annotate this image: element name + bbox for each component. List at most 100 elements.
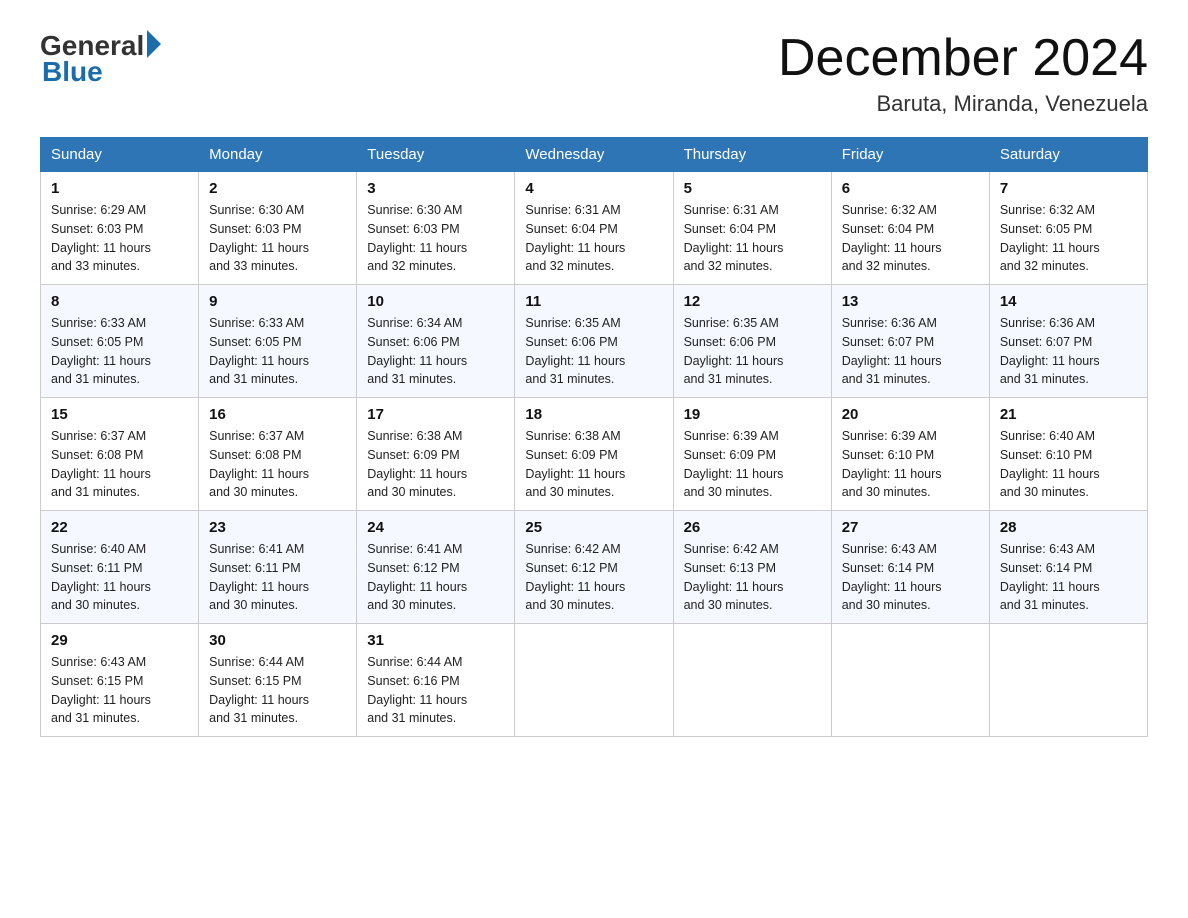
- page-header: General Blue December 2024 Baruta, Miran…: [40, 30, 1148, 117]
- header-cell-monday: Monday: [199, 138, 357, 172]
- calendar-cell: 26 Sunrise: 6:42 AMSunset: 6:13 PMDaylig…: [673, 511, 831, 624]
- day-number: 5: [684, 180, 821, 197]
- calendar-cell: 24 Sunrise: 6:41 AMSunset: 6:12 PMDaylig…: [357, 511, 515, 624]
- day-info: Sunrise: 6:33 AMSunset: 6:05 PMDaylight:…: [209, 316, 309, 386]
- header-cell-friday: Friday: [831, 138, 989, 172]
- calendar-cell: 29 Sunrise: 6:43 AMSunset: 6:15 PMDaylig…: [41, 624, 199, 737]
- header-row: SundayMondayTuesdayWednesdayThursdayFrid…: [41, 138, 1148, 172]
- calendar-cell: 3 Sunrise: 6:30 AMSunset: 6:03 PMDayligh…: [357, 172, 515, 285]
- calendar-cell: 7 Sunrise: 6:32 AMSunset: 6:05 PMDayligh…: [989, 172, 1147, 285]
- day-info: Sunrise: 6:31 AMSunset: 6:04 PMDaylight:…: [684, 203, 784, 273]
- calendar-table: SundayMondayTuesdayWednesdayThursdayFrid…: [40, 137, 1148, 737]
- day-info: Sunrise: 6:33 AMSunset: 6:05 PMDaylight:…: [51, 316, 151, 386]
- day-info: Sunrise: 6:42 AMSunset: 6:13 PMDaylight:…: [684, 542, 784, 612]
- calendar-cell: 10 Sunrise: 6:34 AMSunset: 6:06 PMDaylig…: [357, 285, 515, 398]
- day-number: 3: [367, 180, 504, 197]
- day-info: Sunrise: 6:36 AMSunset: 6:07 PMDaylight:…: [1000, 316, 1100, 386]
- calendar-cell: 12 Sunrise: 6:35 AMSunset: 6:06 PMDaylig…: [673, 285, 831, 398]
- header-cell-thursday: Thursday: [673, 138, 831, 172]
- day-info: Sunrise: 6:40 AMSunset: 6:10 PMDaylight:…: [1000, 429, 1100, 499]
- day-number: 28: [1000, 519, 1137, 536]
- day-number: 9: [209, 293, 346, 310]
- day-number: 16: [209, 406, 346, 423]
- day-info: Sunrise: 6:32 AMSunset: 6:04 PMDaylight:…: [842, 203, 942, 273]
- calendar-cell: 9 Sunrise: 6:33 AMSunset: 6:05 PMDayligh…: [199, 285, 357, 398]
- day-info: Sunrise: 6:35 AMSunset: 6:06 PMDaylight:…: [684, 316, 784, 386]
- day-info: Sunrise: 6:41 AMSunset: 6:11 PMDaylight:…: [209, 542, 309, 612]
- day-info: Sunrise: 6:44 AMSunset: 6:15 PMDaylight:…: [209, 655, 309, 725]
- day-number: 22: [51, 519, 188, 536]
- day-number: 15: [51, 406, 188, 423]
- calendar-cell: 15 Sunrise: 6:37 AMSunset: 6:08 PMDaylig…: [41, 398, 199, 511]
- title-block: December 2024 Baruta, Miranda, Venezuela: [778, 30, 1148, 117]
- day-info: Sunrise: 6:43 AMSunset: 6:14 PMDaylight:…: [1000, 542, 1100, 612]
- calendar-cell: 21 Sunrise: 6:40 AMSunset: 6:10 PMDaylig…: [989, 398, 1147, 511]
- day-info: Sunrise: 6:32 AMSunset: 6:05 PMDaylight:…: [1000, 203, 1100, 273]
- day-number: 19: [684, 406, 821, 423]
- day-number: 26: [684, 519, 821, 536]
- day-info: Sunrise: 6:42 AMSunset: 6:12 PMDaylight:…: [525, 542, 625, 612]
- day-info: Sunrise: 6:41 AMSunset: 6:12 PMDaylight:…: [367, 542, 467, 612]
- day-info: Sunrise: 6:44 AMSunset: 6:16 PMDaylight:…: [367, 655, 467, 725]
- day-info: Sunrise: 6:39 AMSunset: 6:10 PMDaylight:…: [842, 429, 942, 499]
- day-info: Sunrise: 6:43 AMSunset: 6:14 PMDaylight:…: [842, 542, 942, 612]
- day-number: 30: [209, 632, 346, 649]
- day-info: Sunrise: 6:43 AMSunset: 6:15 PMDaylight:…: [51, 655, 151, 725]
- day-number: 18: [525, 406, 662, 423]
- calendar-cell: 16 Sunrise: 6:37 AMSunset: 6:08 PMDaylig…: [199, 398, 357, 511]
- day-number: 21: [1000, 406, 1137, 423]
- calendar-cell: [673, 624, 831, 737]
- calendar-cell: 6 Sunrise: 6:32 AMSunset: 6:04 PMDayligh…: [831, 172, 989, 285]
- day-info: Sunrise: 6:37 AMSunset: 6:08 PMDaylight:…: [51, 429, 151, 499]
- calendar-cell: 5 Sunrise: 6:31 AMSunset: 6:04 PMDayligh…: [673, 172, 831, 285]
- calendar-week-row: 29 Sunrise: 6:43 AMSunset: 6:15 PMDaylig…: [41, 624, 1148, 737]
- calendar-cell: 22 Sunrise: 6:40 AMSunset: 6:11 PMDaylig…: [41, 511, 199, 624]
- day-info: Sunrise: 6:37 AMSunset: 6:08 PMDaylight:…: [209, 429, 309, 499]
- calendar-header: SundayMondayTuesdayWednesdayThursdayFrid…: [41, 138, 1148, 172]
- logo-blue-text: Blue: [42, 56, 103, 88]
- day-number: 10: [367, 293, 504, 310]
- day-number: 6: [842, 180, 979, 197]
- day-info: Sunrise: 6:39 AMSunset: 6:09 PMDaylight:…: [684, 429, 784, 499]
- header-cell-sunday: Sunday: [41, 138, 199, 172]
- calendar-cell: 30 Sunrise: 6:44 AMSunset: 6:15 PMDaylig…: [199, 624, 357, 737]
- calendar-week-row: 8 Sunrise: 6:33 AMSunset: 6:05 PMDayligh…: [41, 285, 1148, 398]
- day-info: Sunrise: 6:40 AMSunset: 6:11 PMDaylight:…: [51, 542, 151, 612]
- day-number: 25: [525, 519, 662, 536]
- calendar-body: 1 Sunrise: 6:29 AMSunset: 6:03 PMDayligh…: [41, 172, 1148, 737]
- day-number: 29: [51, 632, 188, 649]
- calendar-cell: 4 Sunrise: 6:31 AMSunset: 6:04 PMDayligh…: [515, 172, 673, 285]
- day-number: 2: [209, 180, 346, 197]
- calendar-week-row: 15 Sunrise: 6:37 AMSunset: 6:08 PMDaylig…: [41, 398, 1148, 511]
- calendar-cell: 18 Sunrise: 6:38 AMSunset: 6:09 PMDaylig…: [515, 398, 673, 511]
- logo-triangle-icon: [147, 30, 161, 58]
- header-cell-saturday: Saturday: [989, 138, 1147, 172]
- day-info: Sunrise: 6:36 AMSunset: 6:07 PMDaylight:…: [842, 316, 942, 386]
- calendar-cell: 11 Sunrise: 6:35 AMSunset: 6:06 PMDaylig…: [515, 285, 673, 398]
- day-number: 14: [1000, 293, 1137, 310]
- calendar-cell: 1 Sunrise: 6:29 AMSunset: 6:03 PMDayligh…: [41, 172, 199, 285]
- calendar-cell: 20 Sunrise: 6:39 AMSunset: 6:10 PMDaylig…: [831, 398, 989, 511]
- day-number: 27: [842, 519, 979, 536]
- calendar-cell: 14 Sunrise: 6:36 AMSunset: 6:07 PMDaylig…: [989, 285, 1147, 398]
- day-number: 12: [684, 293, 821, 310]
- calendar-cell: [989, 624, 1147, 737]
- day-number: 17: [367, 406, 504, 423]
- calendar-week-row: 22 Sunrise: 6:40 AMSunset: 6:11 PMDaylig…: [41, 511, 1148, 624]
- location-title: Baruta, Miranda, Venezuela: [778, 91, 1148, 117]
- calendar-cell: 28 Sunrise: 6:43 AMSunset: 6:14 PMDaylig…: [989, 511, 1147, 624]
- day-number: 23: [209, 519, 346, 536]
- day-number: 20: [842, 406, 979, 423]
- calendar-cell: [831, 624, 989, 737]
- day-info: Sunrise: 6:35 AMSunset: 6:06 PMDaylight:…: [525, 316, 625, 386]
- month-title: December 2024: [778, 30, 1148, 87]
- calendar-cell: 19 Sunrise: 6:39 AMSunset: 6:09 PMDaylig…: [673, 398, 831, 511]
- day-number: 13: [842, 293, 979, 310]
- day-number: 4: [525, 180, 662, 197]
- day-info: Sunrise: 6:34 AMSunset: 6:06 PMDaylight:…: [367, 316, 467, 386]
- day-number: 24: [367, 519, 504, 536]
- day-number: 11: [525, 293, 662, 310]
- calendar-cell: 8 Sunrise: 6:33 AMSunset: 6:05 PMDayligh…: [41, 285, 199, 398]
- calendar-cell: 23 Sunrise: 6:41 AMSunset: 6:11 PMDaylig…: [199, 511, 357, 624]
- calendar-week-row: 1 Sunrise: 6:29 AMSunset: 6:03 PMDayligh…: [41, 172, 1148, 285]
